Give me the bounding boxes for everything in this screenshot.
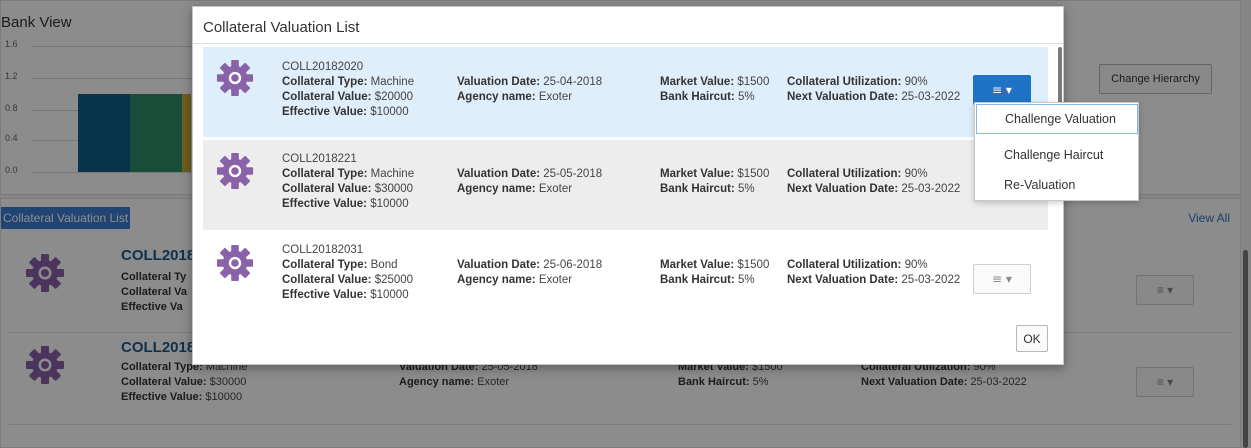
bank-haircut: Bank Haircut: 5% <box>660 183 755 195</box>
row-actions-dropdown: Challenge Valuation Challenge Haircut Re… <box>974 102 1139 201</box>
valuation-date: Valuation Date: 25-06-2018 <box>457 259 603 271</box>
menu-item-challenge-valuation[interactable]: Challenge Valuation <box>976 104 1138 134</box>
collateral-id: COLL2018221 <box>282 153 357 165</box>
effective-value: Effective Value: $10000 <box>282 198 409 210</box>
title-divider <box>193 43 1063 44</box>
ok-button[interactable]: OK <box>1016 325 1048 352</box>
row-menu-button[interactable]: ≡ ▾ <box>973 75 1031 105</box>
next-valuation-date: Next Valuation Date: 25-03-2022 <box>787 91 961 103</box>
menu-item-challenge-haircut[interactable]: Challenge Haircut <box>975 141 1140 171</box>
collateral-value: Collateral Value: $25000 <box>282 274 414 286</box>
collateral-id: COLL20182020 <box>282 61 364 73</box>
collateral-type: Collateral Type: Machine <box>282 76 415 88</box>
market-value: Market Value: $1500 <box>660 168 770 180</box>
bank-haircut: Bank Haircut: 5% <box>660 91 755 103</box>
modal-title: Collateral Valuation List <box>203 19 360 36</box>
agency-name: Agency name: Exoter <box>457 274 573 286</box>
collateral-value: Collateral Value: $30000 <box>282 183 414 195</box>
gear-icon <box>216 59 254 97</box>
collateral-type: Collateral Type: Bond <box>282 259 398 271</box>
next-valuation-date: Next Valuation Date: 25-03-2022 <box>787 274 961 286</box>
list-item[interactable]: COLL2018221 Collateral Type: Machine Col… <box>203 140 1048 230</box>
gear-icon <box>216 244 254 282</box>
collateral-type: Collateral Type: Machine <box>282 168 415 180</box>
menu-item-re-valuation[interactable]: Re-Valuation <box>975 171 1140 201</box>
row-menu-button[interactable]: ≡ ▾ <box>973 264 1031 294</box>
agency-name: Agency name: Exoter <box>457 91 573 103</box>
gear-icon <box>216 152 254 190</box>
market-value: Market Value: $1500 <box>660 76 770 88</box>
effective-value: Effective Value: $10000 <box>282 289 409 301</box>
bank-haircut: Bank Haircut: 5% <box>660 274 755 286</box>
agency-name: Agency name: Exoter <box>457 183 573 195</box>
market-value: Market Value: $1500 <box>660 259 770 271</box>
list-item[interactable]: COLL20182031 Collateral Type: Bond Colla… <box>203 232 1048 322</box>
list-item[interactable]: COLL20182020 Collateral Type: Machine Co… <box>203 47 1048 137</box>
valuation-date: Valuation Date: 25-05-2018 <box>457 168 603 180</box>
effective-value: Effective Value: $10000 <box>282 106 409 118</box>
valuation-date: Valuation Date: 25-04-2018 <box>457 76 603 88</box>
next-valuation-date: Next Valuation Date: 25-03-2022 <box>787 183 961 195</box>
collateral-utilization: Collateral Utilization: 90% <box>787 76 928 88</box>
collateral-id: COLL20182031 <box>282 244 364 256</box>
collateral-utilization: Collateral Utilization: 90% <box>787 259 928 271</box>
collateral-value: Collateral Value: $20000 <box>282 91 414 103</box>
collateral-valuation-modal: Collateral Valuation List COLL20182020 C… <box>192 6 1064 365</box>
collateral-utilization: Collateral Utilization: 90% <box>787 168 928 180</box>
